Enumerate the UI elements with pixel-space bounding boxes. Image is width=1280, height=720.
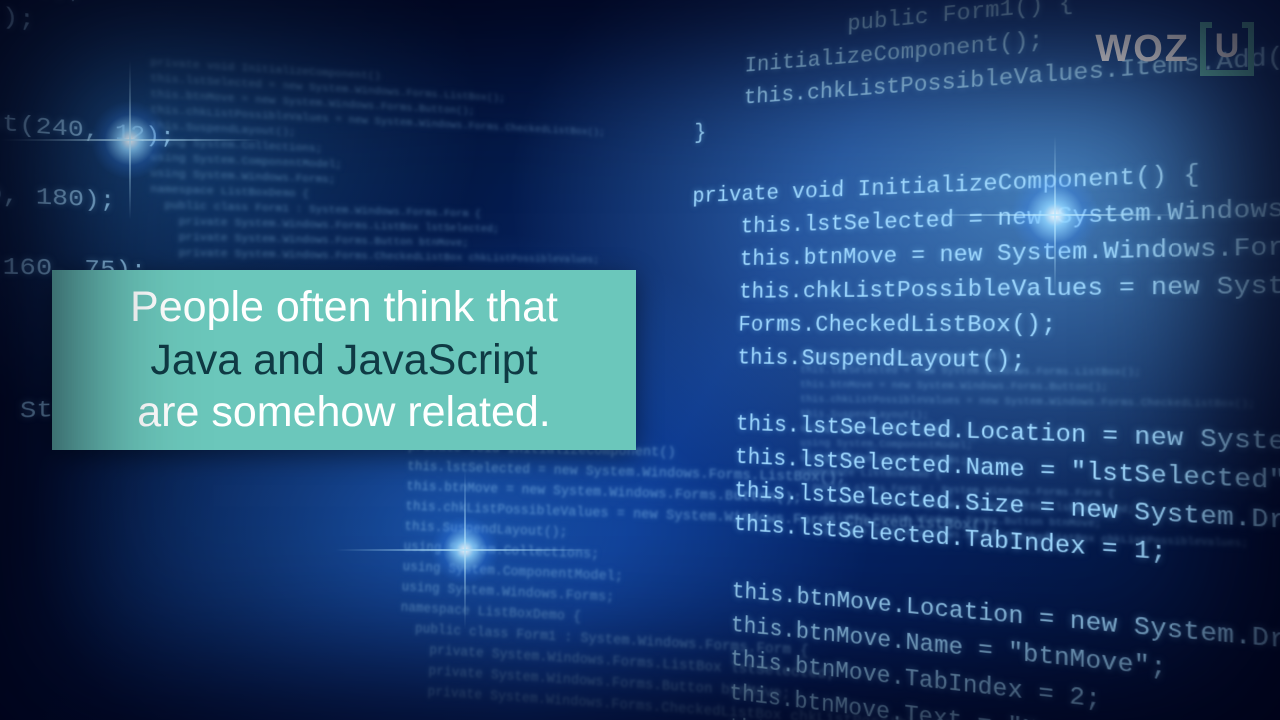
- code-panel-mid: private void InitializeComponent() this.…: [396, 437, 1000, 720]
- caption-box: People often think that Java and JavaScr…: [52, 270, 636, 450]
- caption-line-3: are somehow related.: [137, 386, 551, 438]
- woz-u-logo: WOZ U: [1095, 22, 1254, 76]
- logo-box-letter: U: [1215, 27, 1240, 66]
- logo-box-icon: U: [1200, 22, 1254, 76]
- video-frame: private void InitializeComponent() this.…: [0, 0, 1280, 720]
- logo-text: WOZ: [1095, 28, 1190, 71]
- caption-line-1: People often think that: [130, 281, 558, 333]
- caption-line-2: Java and JavaScript: [150, 334, 537, 386]
